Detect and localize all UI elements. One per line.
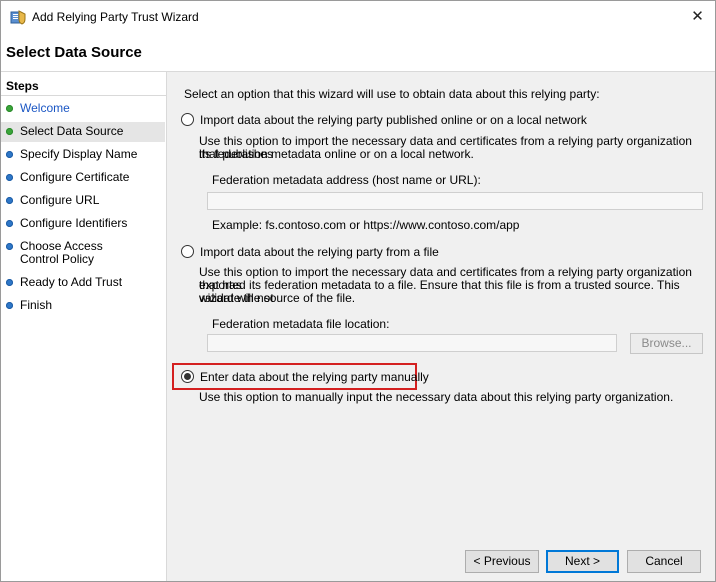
close-icon[interactable]: ✕ [680, 5, 715, 29]
next-button[interactable]: Next > [546, 550, 619, 573]
step-configure-certificate: Configure Certificate [1, 168, 165, 188]
steps-heading: Steps [6, 79, 39, 93]
step-label: Configure URL [20, 193, 100, 207]
step-ready-to-add-trust: Ready to Add Trust [1, 273, 165, 293]
import-file-label[interactable]: Import data about the relying party from… [200, 245, 439, 259]
import-online-label[interactable]: Import data about the relying party publ… [200, 113, 587, 127]
step-pending-icon [6, 279, 13, 286]
enter-manually-desc: Use this option to manually input the ne… [199, 390, 674, 404]
cancel-button[interactable]: Cancel [627, 550, 701, 573]
relying-party-trust-icon [10, 10, 26, 25]
page-title: Select Data Source [6, 44, 142, 61]
import-file-desc-line3: validate the source of the file. [199, 291, 356, 305]
step-pending-icon [6, 174, 13, 181]
metadata-file-field[interactable] [207, 334, 617, 352]
intro-text: Select an option that this wizard will u… [184, 87, 600, 101]
step-configure-url: Configure URL [1, 191, 165, 211]
step-finish: Finish [1, 296, 165, 316]
steps-panel: Steps Welcome Select Data Source Specify… [1, 72, 167, 581]
step-welcome[interactable]: Welcome [1, 99, 165, 119]
metadata-address-example: Example: fs.contoso.com or https://www.c… [212, 218, 520, 232]
title-bar: Add Relying Party Trust Wizard ✕ [1, 1, 715, 32]
step-choose-access-control-policy: Choose Access Control Policy [1, 237, 165, 269]
step-label: Welcome [20, 101, 70, 115]
step-complete-icon [6, 105, 13, 112]
step-label: Specify Display Name [20, 147, 138, 161]
step-pending-icon [6, 220, 13, 227]
steps-divider [1, 95, 166, 96]
step-pending-icon [6, 243, 13, 250]
step-label: Configure Identifiers [20, 216, 128, 230]
browse-button[interactable]: Browse... [630, 333, 703, 354]
metadata-address-field[interactable] [207, 192, 703, 210]
radio-import-file[interactable] [181, 245, 194, 258]
step-label: Choose Access Control Policy [20, 239, 103, 266]
page-header: Select Data Source [1, 32, 715, 72]
metadata-file-label: Federation metadata file location: [212, 317, 390, 331]
step-label: Select Data Source [20, 124, 124, 138]
step-pending-icon [6, 302, 13, 309]
step-pending-icon [6, 197, 13, 204]
previous-button[interactable]: < Previous [465, 550, 539, 573]
wizard-window: Add Relying Party Trust Wizard ✕ Select … [0, 0, 716, 582]
import-online-desc-line2: its federation metadata online or on a l… [199, 147, 474, 161]
step-pending-icon [6, 151, 13, 158]
step-select-data-source: Select Data Source [1, 122, 165, 142]
radio-import-online[interactable] [181, 113, 194, 126]
step-label: Ready to Add Trust [20, 275, 123, 289]
enter-manually-label[interactable]: Enter data about the relying party manua… [200, 370, 429, 384]
step-configure-identifiers: Configure Identifiers [1, 214, 165, 234]
step-label: Finish [20, 298, 53, 312]
step-specify-display-name: Specify Display Name [1, 145, 165, 165]
radio-enter-manually[interactable] [181, 370, 194, 383]
metadata-address-label: Federation metadata address (host name o… [212, 173, 481, 187]
step-complete-icon [6, 128, 13, 135]
window-title: Add Relying Party Trust Wizard [32, 10, 199, 24]
step-label: Configure Certificate [20, 170, 130, 184]
